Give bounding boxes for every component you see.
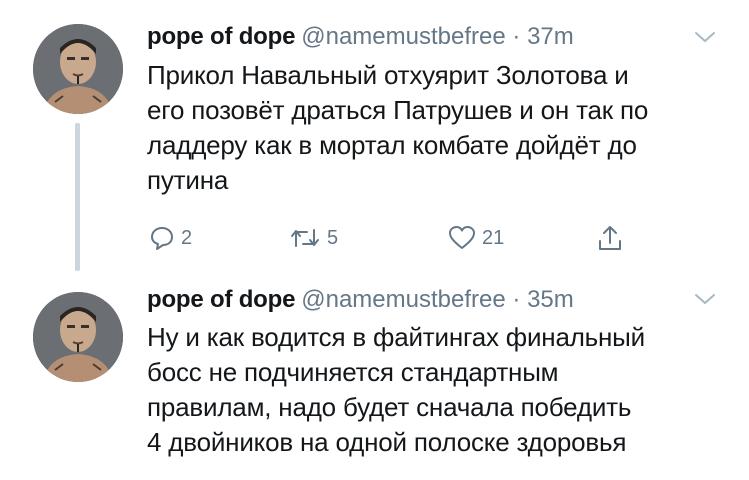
tweet-header: pope of dope @namemustbefree · 37m xyxy=(147,22,574,52)
retweet-count: 5 xyxy=(327,226,339,249)
reply-button[interactable]: 2 xyxy=(148,220,192,256)
timestamp[interactable]: 37m xyxy=(527,23,574,50)
tweet[interactable]: pope of dope @namemustbefree · 37m Прикол… xyxy=(0,0,749,280)
retweet-button[interactable]: 5 xyxy=(288,220,338,256)
tweet-header: pope of dope @namemustbefree · 35m xyxy=(147,285,574,315)
retweet-icon xyxy=(291,229,319,247)
chevron-down-icon[interactable] xyxy=(694,30,716,49)
user-handle[interactable]: @namemustbefree xyxy=(301,286,505,313)
share-button[interactable] xyxy=(596,220,629,256)
like-button[interactable]: 21 xyxy=(447,220,504,256)
avatar[interactable] xyxy=(33,24,123,114)
heart-icon xyxy=(449,226,475,249)
reply-count: 2 xyxy=(181,226,193,249)
separator: · xyxy=(512,23,521,50)
separator: · xyxy=(512,286,521,313)
display-name[interactable]: pope of dope xyxy=(147,286,295,313)
user-handle[interactable]: @namemustbefree xyxy=(301,23,505,50)
tweet[interactable]: pope of dope @namemustbefree · 35m Ну и к… xyxy=(0,280,749,480)
share-icon xyxy=(599,226,621,250)
like-count: 21 xyxy=(482,226,505,249)
tweet-text: Прикол Навальный отхуярит Золотова и его… xyxy=(147,60,649,195)
reply-icon xyxy=(151,227,173,250)
avatar[interactable] xyxy=(33,292,123,382)
timestamp[interactable]: 35m xyxy=(527,286,574,313)
chevron-down-icon[interactable] xyxy=(694,292,716,311)
tweet-text: Ну и как водится в файтингах финальный б… xyxy=(147,322,645,457)
display-name[interactable]: pope of dope xyxy=(147,23,295,50)
tweet-actions: 2 5 21 xyxy=(0,220,749,256)
